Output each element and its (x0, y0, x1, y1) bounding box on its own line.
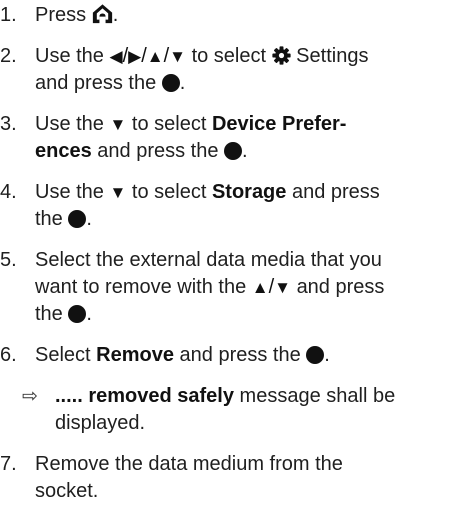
step-number: 6. (0, 344, 17, 366)
step-text: Use the (35, 45, 104, 67)
step-number: 4. (0, 181, 17, 203)
step-text: want to remove with the (35, 276, 247, 298)
settings-label: Settings (296, 45, 369, 67)
result-text: message shall be (239, 385, 396, 407)
step-number: 1. (0, 4, 17, 26)
step-text: and press (296, 276, 385, 298)
home-icon (92, 3, 113, 32)
gear-icon (272, 46, 291, 73)
step-text: socket. (35, 480, 99, 502)
ok-button-icon (224, 142, 243, 160)
menu-item-name: Storage (211, 181, 287, 203)
result-text: displayed. (55, 412, 146, 434)
up-arrow-icon: ▲ (251, 278, 269, 297)
step-5: 5. Select the external data media that y… (0, 249, 385, 325)
step-6: 6. Select Remove and press the . (0, 342, 466, 369)
step-2: 2. Use the ◀/▶/▲/▼ to select Settings an… (0, 45, 369, 94)
step-text: to select (131, 113, 207, 135)
step-4: 4. Use the ▼ to select Storage and press… (0, 179, 466, 233)
menu-item-name: Device Prefer- (211, 113, 347, 135)
step-text: and press the (179, 344, 301, 366)
step-text: Use the (35, 113, 104, 135)
left-arrow-icon: ◀ (109, 47, 123, 66)
step-text: Press (35, 4, 87, 26)
step-3: 3. Use the ▼ to select Device Prefer- en… (0, 111, 466, 165)
menu-item-name: Remove (96, 344, 174, 366)
up-arrow-icon: ▲ (146, 47, 164, 66)
step-1: 1. Press . (0, 2, 466, 29)
down-arrow-icon: ▼ (109, 183, 127, 202)
step-text: Select the external data media that you (35, 249, 382, 271)
ok-button-icon (161, 74, 180, 92)
ok-button-icon (306, 346, 325, 364)
step-result: ⇨ ..... removed safely message shall be … (0, 383, 466, 437)
step-number: 5. (0, 249, 17, 271)
down-arrow-icon: ▼ (169, 47, 186, 66)
period: . (179, 72, 186, 94)
step-number: 2. (0, 45, 17, 67)
step-text: the (35, 303, 63, 325)
step-7: 7. Remove the data medium from the socke… (0, 451, 466, 505)
ok-button-icon (68, 305, 87, 323)
down-arrow-icon: ▼ (274, 278, 291, 297)
menu-item-name: ences (35, 140, 92, 162)
period: . (86, 208, 92, 230)
result-message: ..... removed safely (55, 385, 234, 407)
instruction-list: 1. Press . 2. Use the ◀/▶/▲/▼ to select (0, 2, 466, 519)
step-text: to select (191, 45, 267, 67)
step-number: 7. (0, 453, 17, 475)
ok-button-icon (68, 210, 87, 228)
period: . (86, 303, 92, 325)
step-text: Select (35, 344, 91, 366)
right-arrow-icon: ▶ (128, 47, 142, 66)
step-text: to select (131, 181, 207, 203)
step-text: and press the (97, 140, 219, 162)
down-arrow-icon: ▼ (109, 115, 127, 134)
step-text: the (35, 208, 63, 230)
period: . (324, 344, 330, 366)
step-text: and press the (35, 72, 157, 94)
step-text: and press (291, 181, 380, 203)
result-arrow-icon: ⇨ (22, 386, 38, 407)
period: . (242, 140, 248, 162)
period: . (112, 4, 119, 26)
step-text: Remove the data medium from the (35, 453, 343, 475)
step-number: 3. (0, 113, 17, 135)
step-text: Use the (35, 181, 104, 203)
